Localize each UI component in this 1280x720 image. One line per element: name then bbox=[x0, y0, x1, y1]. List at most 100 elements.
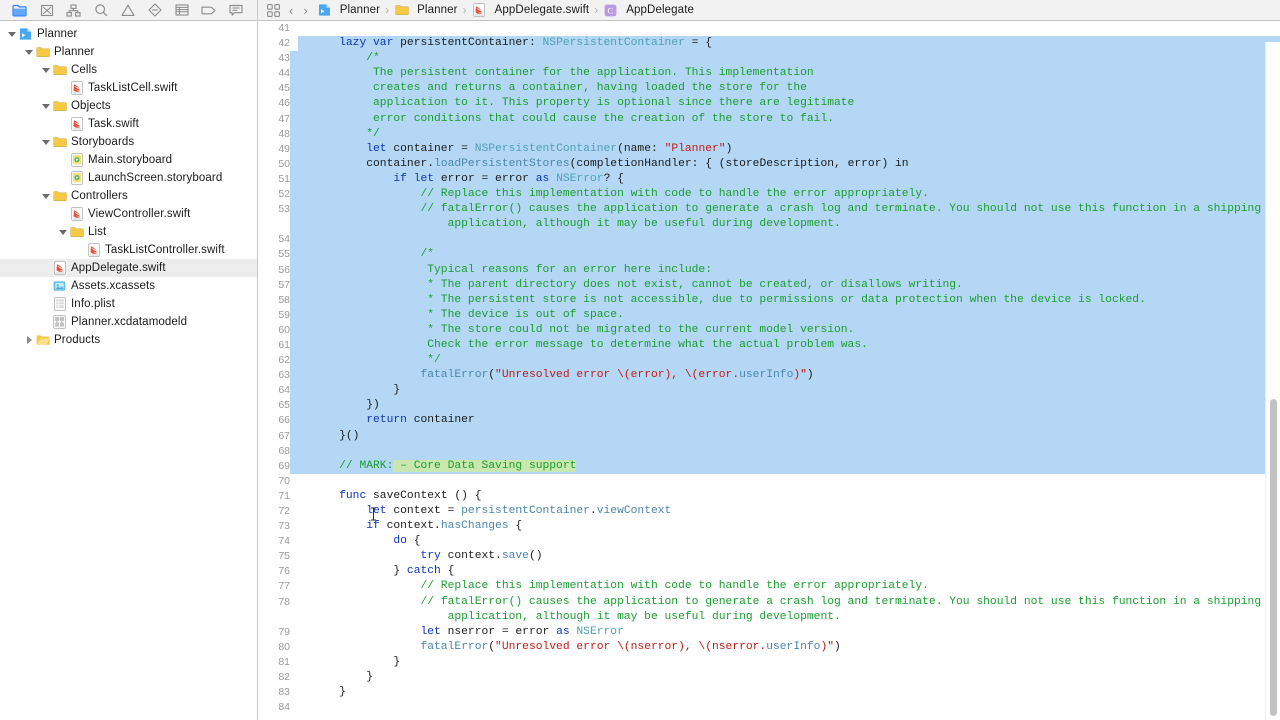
code-text[interactable]: } bbox=[290, 383, 1280, 399]
code-line[interactable]: 68 bbox=[258, 443, 1280, 459]
forward-button[interactable]: › bbox=[298, 4, 312, 17]
code-text[interactable] bbox=[290, 232, 1280, 248]
code-text[interactable]: The persistent container for the applica… bbox=[290, 66, 1280, 82]
code-line[interactable]: 66 return container bbox=[258, 413, 1280, 429]
code-text[interactable]: // MARK: – Core Data Saving support bbox=[290, 458, 1280, 474]
code-line[interactable]: 79 let nserror = error as NSError bbox=[258, 625, 1280, 640]
disclosure-triangle-icon[interactable] bbox=[23, 43, 35, 61]
code-text[interactable]: // Replace this implementation with code… bbox=[290, 187, 1280, 203]
code-text[interactable]: * The persistent store is not accessible… bbox=[290, 292, 1280, 308]
code-line[interactable]: 76 } catch { bbox=[258, 564, 1280, 579]
code-line[interactable]: 70 bbox=[258, 474, 1280, 489]
code-text[interactable]: * The store could not be migrated to the… bbox=[290, 322, 1280, 339]
tree-row-assets-xcassets[interactable]: Assets.xcassets bbox=[0, 277, 257, 295]
code-line[interactable]: 48 */ bbox=[258, 126, 1280, 142]
code-line[interactable]: 72 let context = persistentContainer.vie… bbox=[258, 504, 1280, 519]
report-navigator-icon[interactable] bbox=[222, 1, 249, 20]
code-text[interactable]: application, although it may be useful d… bbox=[290, 217, 1280, 233]
code-text[interactable]: } catch { bbox=[290, 564, 1280, 579]
tree-row-controllers[interactable]: Controllers bbox=[0, 187, 257, 205]
tree-row-planner-xcdatamodeld[interactable]: Planner.xcdatamodeld bbox=[0, 313, 257, 331]
code-text[interactable]: // fatalError() causes the application t… bbox=[290, 202, 1280, 218]
code-text[interactable]: func saveContext () { bbox=[290, 489, 1280, 504]
code-line[interactable]: 71 func saveContext () { bbox=[258, 489, 1280, 504]
code-line[interactable]: 83 } bbox=[258, 685, 1280, 700]
code-line[interactable]: 64 } bbox=[258, 383, 1280, 399]
tree-row-launchscreen-storyboard[interactable]: LaunchScreen.storyboard bbox=[0, 169, 257, 187]
code-text[interactable]: // fatalError() causes the application t… bbox=[290, 595, 1280, 610]
scrollbar-thumb[interactable] bbox=[1270, 399, 1277, 716]
project-navigator-icon[interactable] bbox=[6, 1, 33, 20]
code-line[interactable]: 84 bbox=[258, 700, 1280, 715]
debug-navigator-icon[interactable] bbox=[168, 1, 195, 20]
code-text[interactable]: */ bbox=[290, 126, 1280, 142]
code-text[interactable]: let container = NSPersistentContainer(na… bbox=[290, 141, 1280, 157]
back-button[interactable]: ‹ bbox=[284, 4, 298, 17]
tree-row-storyboards[interactable]: Storyboards bbox=[0, 133, 257, 151]
tree-row-info-plist[interactable]: Info.plist bbox=[0, 295, 257, 313]
tree-row-viewcontroller-swift[interactable]: ViewController.swift bbox=[0, 205, 257, 223]
code-line[interactable]: 46 application to it. This property is o… bbox=[258, 96, 1280, 112]
tree-row-list[interactable]: List bbox=[0, 223, 257, 241]
code-text[interactable]: lazy var persistentContainer: NSPersiste… bbox=[290, 36, 1280, 52]
tree-row-products[interactable]: Products bbox=[0, 331, 257, 349]
code-line[interactable]: 54 bbox=[258, 232, 1280, 248]
code-text[interactable]: Check the error message to determine wha… bbox=[290, 337, 1280, 354]
vertical-scrollbar[interactable] bbox=[1265, 42, 1280, 720]
code-line-wrapped[interactable]: application, although it may be useful d… bbox=[258, 217, 1280, 233]
code-line[interactable]: 59 * The device is out of space. bbox=[258, 307, 1280, 323]
breadcrumb-item-2[interactable]: AppDelegate.swift bbox=[472, 3, 590, 18]
tree-row-appdelegate-swift[interactable]: AppDelegate.swift bbox=[0, 259, 257, 277]
issue-navigator-icon[interactable] bbox=[114, 1, 141, 20]
code-line[interactable]: 56 Typical reasons for an error here inc… bbox=[258, 262, 1280, 278]
code-line[interactable]: 53 // fatalError() causes the applicatio… bbox=[258, 202, 1280, 218]
code-line[interactable]: 51 if let error = error as NSError? { bbox=[258, 171, 1280, 188]
disclosure-triangle-icon[interactable] bbox=[6, 25, 18, 43]
tree-row-cells[interactable]: Cells bbox=[0, 61, 257, 79]
code-text[interactable]: /* bbox=[290, 51, 1280, 67]
code-text[interactable]: container.loadPersistentStores(completio… bbox=[290, 156, 1280, 173]
tree-row-planner[interactable]: Planner bbox=[0, 25, 257, 43]
code-text[interactable]: /* bbox=[290, 247, 1280, 263]
source-control-navigator-icon[interactable] bbox=[33, 1, 60, 20]
code-line[interactable]: 67 }() bbox=[258, 428, 1280, 444]
tree-row-objects[interactable]: Objects bbox=[0, 97, 257, 115]
code-text[interactable]: application to it. This property is opti… bbox=[290, 96, 1280, 112]
tree-row-main-storyboard[interactable]: Main.storyboard bbox=[0, 151, 257, 169]
code-text[interactable]: application, although it may be useful d… bbox=[290, 610, 1280, 625]
find-navigator-icon[interactable] bbox=[87, 1, 114, 20]
disclosure-triangle-icon[interactable] bbox=[40, 97, 52, 115]
code-line[interactable]: 82 } bbox=[258, 670, 1280, 685]
code-text[interactable]: Typical reasons for an error here includ… bbox=[290, 262, 1280, 278]
code-text[interactable]: do { bbox=[290, 534, 1280, 549]
code-text[interactable]: * The parent directory does not exist, c… bbox=[290, 277, 1280, 293]
code-line[interactable]: 69 // MARK: – Core Data Saving support bbox=[258, 458, 1280, 474]
tree-row-task-swift[interactable]: Task.swift bbox=[0, 115, 257, 133]
code-text[interactable]: try context.save() bbox=[290, 549, 1280, 564]
code-text[interactable]: fatalError("Unresolved error \(error), \… bbox=[290, 368, 1280, 384]
breadcrumb-item-0[interactable]: Planner bbox=[317, 3, 380, 18]
code-text[interactable]: }() bbox=[290, 428, 1280, 444]
code-line[interactable]: 55 /* bbox=[258, 247, 1280, 263]
code-line[interactable]: 73 if context.hasChanges { bbox=[258, 519, 1280, 534]
test-navigator-icon[interactable] bbox=[141, 1, 168, 20]
code-line[interactable]: 62 */ bbox=[258, 353, 1280, 369]
code-line[interactable]: 61 Check the error message to determine … bbox=[258, 337, 1280, 354]
code-text[interactable]: } bbox=[290, 655, 1280, 670]
code-text[interactable]: creates and returns a container, having … bbox=[290, 81, 1280, 97]
code-line[interactable]: 52 // Replace this implementation with c… bbox=[258, 187, 1280, 203]
file-tree[interactable]: Planner Planner Cells TaskListCell.swift Obj… bbox=[0, 21, 257, 720]
code-line[interactable]: 47 error conditions that could cause the… bbox=[258, 111, 1280, 127]
related-items-icon[interactable] bbox=[262, 0, 284, 20]
disclosure-triangle-icon[interactable] bbox=[40, 133, 52, 151]
code-text[interactable]: if context.hasChanges { bbox=[290, 519, 1280, 534]
code-text[interactable] bbox=[290, 443, 1280, 459]
code-text[interactable]: return container bbox=[290, 413, 1280, 429]
code-text[interactable]: } bbox=[290, 670, 1280, 685]
symbol-navigator-icon[interactable] bbox=[60, 1, 87, 20]
code-line[interactable]: 80 fatalError("Unresolved error \(nserro… bbox=[258, 640, 1280, 655]
code-text[interactable]: if let error = error as NSError? { bbox=[290, 171, 1280, 188]
code-line[interactable]: 78 // fatalError() causes the applicatio… bbox=[258, 595, 1280, 610]
breadcrumb-item-3[interactable]: C AppDelegate bbox=[603, 3, 694, 18]
code-line[interactable]: 50 container.loadPersistentStores(comple… bbox=[258, 156, 1280, 173]
